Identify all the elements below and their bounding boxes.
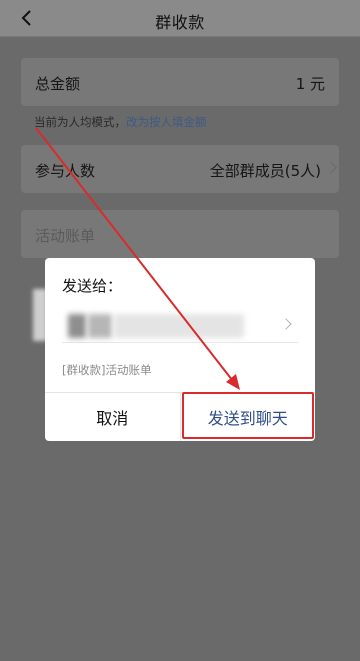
annotation-arrow-icon: [35, 127, 240, 390]
